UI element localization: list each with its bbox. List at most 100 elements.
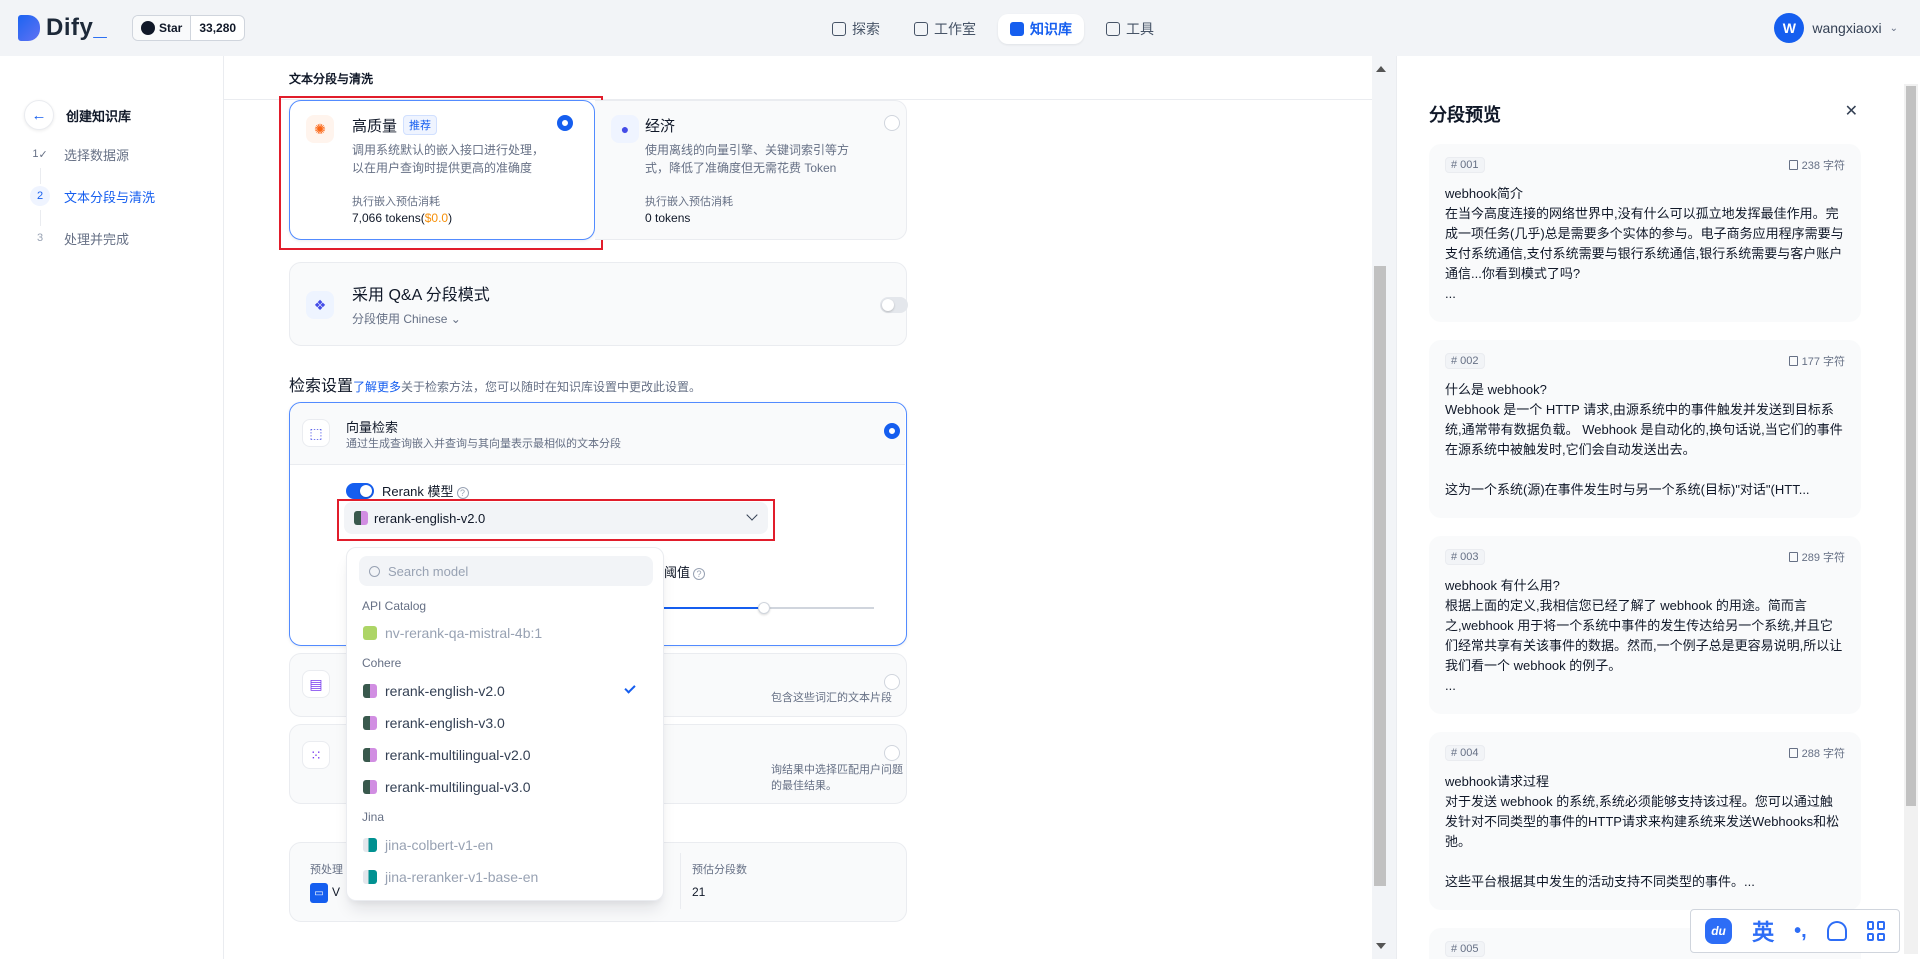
model-option[interactable]: rerank-multilingual-v2.0 <box>363 742 653 768</box>
economy-radio[interactable] <box>884 115 900 131</box>
jina-logo-icon <box>363 870 377 884</box>
threshold-label: 阈值? <box>664 562 706 581</box>
cohere-logo-icon <box>363 716 377 730</box>
model-option[interactable]: jina-colbert-v1-en <box>363 832 653 858</box>
scroll-down-arrow-icon[interactable] <box>1376 943 1386 949</box>
rerank-model-select[interactable]: rerank-english-v2.0 <box>344 502 768 534</box>
chat-bubble-icon: ❖ <box>306 291 334 319</box>
model-group-label: API Catalog <box>362 599 427 613</box>
step-connector <box>40 210 41 226</box>
rerank-model-dropdown: Search model API Catalog nv-rerank-qa-mi… <box>346 547 664 901</box>
chevron-down-icon: ⌄ <box>1889 22 1898 34</box>
section-title: 文本分段与清洗 <box>289 72 374 86</box>
nav-knowledge[interactable]: 知识库 <box>998 14 1084 44</box>
chunk-card: # 004 288 字符 webhook请求过程 对于发送 webhook 的系统… <box>1429 732 1861 910</box>
model-option[interactable]: jina-reranker-v1-base-en <box>363 864 653 890</box>
chunk-text: webhook简介 在当今高度连接的网络世界中,没有什么可以孤立地发挥最佳作用。… <box>1445 186 1844 301</box>
chunk-text: 什么是 webhook? Webhook 是一个 HTTP 请求,由源系统中的事… <box>1445 382 1843 497</box>
cohere-logo-icon <box>363 748 377 762</box>
step-process-finish: 3 处理并完成 <box>36 231 130 247</box>
chunk-char-count: 288 字符 <box>1788 745 1845 761</box>
studio-icon <box>914 22 928 36</box>
chunk-id: # 003 <box>1445 549 1485 565</box>
model-group-label: Cohere <box>362 656 402 670</box>
back-to-knowledge[interactable]: ← 创建知识库 <box>24 100 131 130</box>
knowledge-icon <box>1010 22 1024 36</box>
model-option-selected[interactable]: rerank-english-v2.0 <box>363 678 653 704</box>
dify-logo[interactable]: Dify_ <box>18 14 107 42</box>
cohere-logo-icon <box>363 684 377 698</box>
index-mode-economy[interactable]: ● 经济 使用离线的向量引擎、关键词索引等方 式，降低了准确度但无需花费 Tok… <box>595 100 907 240</box>
explore-icon <box>832 22 846 36</box>
index-mode-title: 经济 <box>645 118 676 135</box>
ime-language-toggle[interactable]: 英 <box>1752 915 1774 947</box>
chunk-id: # 005 <box>1445 941 1485 957</box>
baidu-ime-logo-icon[interactable]: du <box>1705 918 1733 944</box>
jina-logo-icon <box>363 838 377 852</box>
learn-more-link[interactable]: 了解更多 <box>353 380 401 394</box>
threshold-slider-handle[interactable] <box>758 602 770 614</box>
recommended-badge: 推荐 <box>403 115 438 135</box>
arrow-left-icon[interactable]: ← <box>24 100 54 130</box>
ime-menu-grid-icon[interactable] <box>1866 921 1885 941</box>
scrollbar-thumb[interactable] <box>1906 86 1916 806</box>
rerank-toggle[interactable] <box>346 483 374 499</box>
fulltext-search-radio[interactable] <box>884 674 900 690</box>
close-icon[interactable]: ✕ <box>1845 101 1858 121</box>
steps-sidebar: ← 创建知识库 1 ✓ 选择数据源 2 文本分段与清洗 3 处理并完成 <box>0 56 224 959</box>
ime-skin-icon[interactable] <box>1826 921 1847 941</box>
document-icon: ▭ <box>310 883 328 903</box>
chunk-card: # 002 177 字符 什么是 webhook? Webhook 是一个 HTT… <box>1429 340 1861 518</box>
vector-search-radio[interactable] <box>884 423 900 439</box>
document-icon <box>1788 748 1798 758</box>
github-star-label: Star <box>159 21 183 35</box>
model-option[interactable]: rerank-english-v3.0 <box>363 710 653 736</box>
cohere-logo-icon <box>363 780 377 794</box>
index-mode-high-quality[interactable]: ✺ 高质量 推荐 调用系统默认的嵌入接口进行处理， 以在用户查询时提供更高的准确度… <box>289 100 595 240</box>
ime-toolbar[interactable]: du 英 •, <box>1690 909 1900 953</box>
chunk-char-count: 238 字符 <box>1788 157 1845 173</box>
search-icon <box>369 565 380 577</box>
threshold-slider-fill <box>664 607 764 609</box>
help-icon: ? <box>456 487 469 499</box>
preview-scrollbar[interactable] <box>1904 84 1918 954</box>
scrollbar-thumb[interactable] <box>1374 266 1386 886</box>
model-search-input[interactable]: Search model <box>359 556 653 586</box>
qa-language-select[interactable]: 分段使用 Chinese ⌄ <box>352 310 461 327</box>
scroll-up-arrow-icon[interactable] <box>1376 66 1386 72</box>
user-menu[interactable]: W wangxiaoxi ⌄ <box>1774 13 1898 43</box>
vector-search-icon: ⬚ <box>302 419 330 447</box>
hybrid-search-radio[interactable] <box>884 745 900 761</box>
high-quality-radio[interactable] <box>557 115 573 131</box>
model-option[interactable]: nv-rerank-qa-mistral-4b:1 <box>363 620 653 646</box>
tools-icon <box>1106 22 1120 36</box>
step-select-datasource: 1 ✓ 选择数据源 <box>32 147 130 163</box>
index-mode-title: 高质量 <box>352 118 398 135</box>
embedding-cost: 7,066 tokens($0.0) <box>352 211 453 225</box>
model-option[interactable]: rerank-multilingual-v3.0 <box>363 774 653 800</box>
nav-explore[interactable]: 探索 <box>820 14 892 44</box>
ime-punctuation-toggle[interactable]: •, <box>1794 920 1807 943</box>
checkmark-icon <box>624 682 636 694</box>
chunk-preview-panel: 分段预览 ✕ # 001 238 字符 webhook简介 在当今高度连接的网络世… <box>1396 56 1920 959</box>
main-nav: 探索 工作室 知识库 工具 <box>820 14 1166 44</box>
preview-title: 分段预览 <box>1429 105 1501 125</box>
github-star-button[interactable]: Star 33,280 <box>132 15 246 41</box>
github-icon <box>141 21 155 35</box>
avatar: W <box>1774 13 1805 43</box>
chunk-id: # 001 <box>1445 157 1485 173</box>
retrieval-settings-header: 检索设置了解更多关于检索方法，您可以随时在知识库设置中更改此设置。 <box>289 378 702 395</box>
chunk-card: # 001 238 字符 webhook简介 在当今高度连接的网络世界中,没有什么… <box>1429 144 1861 322</box>
nav-studio[interactable]: 工作室 <box>902 14 988 44</box>
qa-mode-toggle[interactable] <box>880 297 908 313</box>
step-connector <box>40 168 41 184</box>
chunk-char-count: 177 字符 <box>1788 353 1845 369</box>
main-scrollbar[interactable] <box>1372 56 1388 959</box>
document-icon <box>1788 356 1798 366</box>
chunk-char-count: 289 字符 <box>1788 549 1845 565</box>
github-star-count: 33,280 <box>199 21 237 35</box>
nav-tools[interactable]: 工具 <box>1094 14 1166 44</box>
step-text-segmentation: 2 文本分段与清洗 <box>30 186 155 206</box>
dify-logo-mark <box>18 15 40 41</box>
top-nav-bar: Dify_ Star 33,280 探索 工作室 知识库 工具 W wangxi… <box>0 0 1920 56</box>
